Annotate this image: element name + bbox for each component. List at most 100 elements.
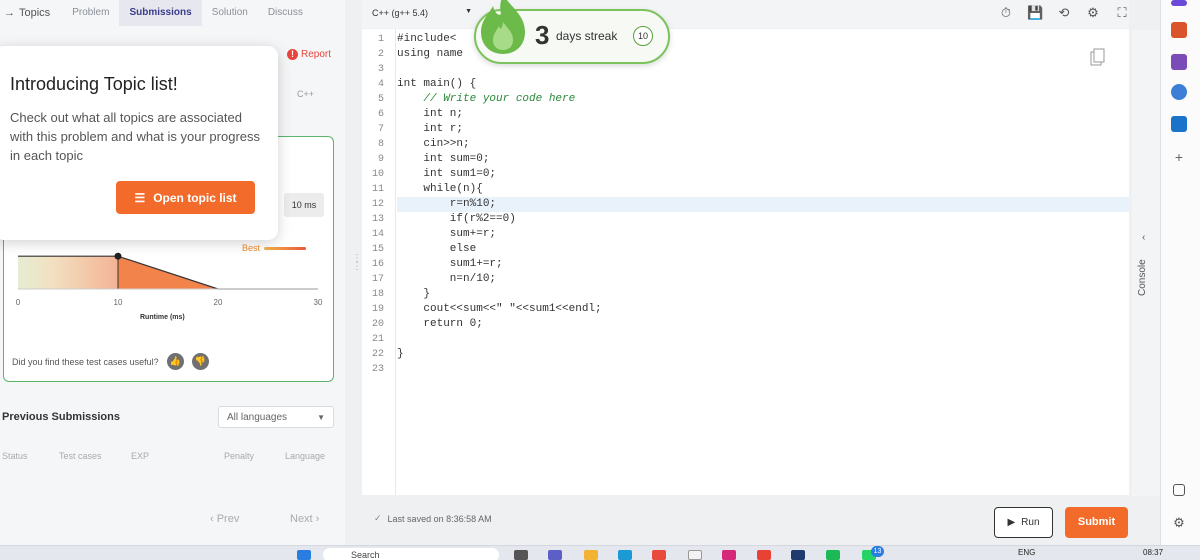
task-view-icon[interactable] — [514, 550, 528, 560]
submission-language: C++ — [297, 89, 315, 99]
run-button[interactable]: ▶ Run — [994, 507, 1053, 538]
next-page-button[interactable]: Next › — [290, 513, 319, 525]
fullscreen-icon[interactable]: ⛶ — [1114, 5, 1130, 21]
app-icon-2[interactable] — [791, 550, 805, 560]
feedback-question: Did you find these test cases useful? — [12, 356, 159, 367]
panel-resize-handle[interactable]: ⋮ ⋮ — [352, 254, 362, 272]
line-number: 16 — [371, 259, 384, 270]
line-number: 18 — [371, 289, 384, 300]
report-button[interactable]: ! Report — [287, 49, 331, 60]
browser-sidebar-app-icon[interactable] — [1171, 0, 1187, 6]
line-number: 7 — [377, 124, 384, 135]
amazon-icon[interactable] — [688, 550, 702, 560]
thumbs-down-icon[interactable]: 👎 — [191, 353, 209, 370]
code-line[interactable]: int sum1=0; — [397, 167, 1129, 182]
tab-submissions[interactable]: Submissions — [119, 0, 202, 26]
code-line[interactable]: sum+=r; — [397, 227, 1129, 242]
settings-icon[interactable]: ⚙ — [1171, 515, 1187, 531]
code-line[interactable]: int main() { — [397, 77, 1129, 92]
code-line[interactable] — [397, 332, 1129, 347]
teams-icon[interactable] — [548, 550, 562, 560]
code-line[interactable]: n=n/10; — [397, 272, 1129, 287]
windows-start-icon[interactable] — [297, 550, 311, 560]
code-line[interactable]: // Write your code here — [397, 92, 1129, 107]
line-number: 8 — [377, 139, 384, 150]
console-label[interactable]: Console — [1137, 259, 1148, 296]
open-topic-list-button[interactable]: ☰ Open topic list — [116, 181, 255, 214]
runtime-chart: 0 10 20 30 — [16, 252, 323, 307]
language-select[interactable]: C++ (g++ 5.4) ▼ — [372, 8, 472, 18]
last-saved-text: Last saved on 8:36:58 AM — [387, 513, 492, 524]
settings-icon[interactable]: ⚙ — [1085, 5, 1101, 21]
language-select-value: C++ (g++ 5.4) — [372, 8, 429, 18]
code-line[interactable]: int sum=0; — [397, 152, 1129, 167]
submissions-table-header: Status Test cases EXP Penalty Language — [2, 451, 342, 463]
chevron-left-icon[interactable]: ‹ — [1142, 232, 1145, 243]
code-line[interactable] — [397, 62, 1129, 77]
code-line[interactable]: else — [397, 242, 1129, 257]
save-icon[interactable]: 💾 — [1027, 5, 1043, 21]
chevron-down-icon: ▼ — [317, 412, 325, 422]
col-language: Language — [285, 451, 326, 461]
code-line[interactable]: cout<<sum<<" "<<sum1<<endl; — [397, 302, 1129, 317]
tab-problem[interactable]: Problem — [62, 0, 119, 26]
line-number: 21 — [371, 334, 384, 345]
streak-count-badge: 10 — [633, 26, 653, 46]
code-line[interactable]: if(r%2==0) — [397, 212, 1129, 227]
editor-toolbar: ⏱ 💾 ⟲ ⚙ ⛶ — [998, 5, 1130, 21]
code-line[interactable]: while(n){ — [397, 182, 1129, 197]
browser-sidebar — [1160, 0, 1200, 545]
line-number: 9 — [377, 154, 384, 165]
taskbar-search[interactable]: Search — [323, 548, 499, 560]
timer-icon[interactable]: ⏱ — [998, 5, 1014, 21]
instagram-icon[interactable] — [722, 550, 736, 560]
code-area[interactable]: #include< using name int main() { // Write… — [397, 29, 1129, 495]
spotify-icon[interactable] — [826, 550, 840, 560]
chart-tick-label: 10 — [114, 298, 123, 307]
col-status: Status — [2, 451, 28, 461]
chart-tick-label: 0 — [16, 298, 21, 307]
code-editor[interactable]: 1 2 3 4 5 6 7 8 9 10 11 12 13 14 15 16 17 18 19 20 21 22 23 #i… — [362, 29, 1129, 495]
tab-topics[interactable]: → Topics — [0, 7, 50, 19]
clock[interactable]: 08:37 — [1143, 548, 1163, 557]
language-filter-select[interactable]: All languages ▼ — [218, 406, 334, 428]
taskbar-search-label: Search — [351, 550, 380, 560]
app-icon[interactable] — [652, 550, 666, 560]
toolbox-icon[interactable] — [1171, 22, 1187, 38]
copy-icon[interactable] — [1090, 48, 1106, 66]
last-saved-status: ✓ Last saved on 8:36:58 AM — [374, 513, 492, 524]
play-icon: ▶ — [1007, 517, 1016, 528]
line-number: 1 — [377, 34, 384, 45]
thumbs-up-icon[interactable]: 👍 — [166, 353, 184, 370]
games-icon[interactable] — [1171, 54, 1187, 70]
tab-discuss[interactable]: Discuss — [258, 0, 313, 26]
line-number: 4 — [377, 79, 384, 90]
prev-page-button[interactable]: ‹ Prev — [210, 513, 239, 525]
streak-number: 3 — [535, 20, 550, 50]
code-line[interactable]: } — [397, 287, 1129, 302]
edge-icon[interactable] — [618, 550, 632, 560]
runtime-value[interactable]: 10 ms — [284, 193, 324, 217]
code-line[interactable]: r=n%10; — [397, 197, 1129, 212]
submit-button[interactable]: Submit — [1065, 507, 1128, 538]
copilot-icon[interactable] — [1171, 84, 1187, 100]
chrome-icon[interactable] — [757, 550, 771, 560]
line-number: 6 — [377, 109, 384, 120]
flame-icon — [481, 0, 525, 54]
code-line[interactable]: sum1+=r; — [397, 257, 1129, 272]
reset-icon[interactable]: ⟲ — [1056, 5, 1072, 21]
add-icon[interactable]: + — [1171, 149, 1187, 165]
outlook-icon[interactable] — [1171, 116, 1187, 132]
file-explorer-icon[interactable] — [584, 550, 598, 560]
chart-xlabel: Runtime (ms) — [140, 314, 185, 321]
code-line[interactable]: int r; — [397, 122, 1129, 137]
code-line[interactable]: return 0; — [397, 317, 1129, 332]
code-line[interactable] — [397, 362, 1129, 377]
sidebar-layout-icon[interactable] — [1173, 484, 1185, 496]
code-line[interactable]: int n; — [397, 107, 1129, 122]
popover-title: Introducing Topic list! — [10, 74, 178, 94]
input-language[interactable]: ENG — [1018, 548, 1035, 557]
code-line[interactable]: } — [397, 347, 1129, 362]
code-line[interactable]: cin>>n; — [397, 137, 1129, 152]
tab-solution[interactable]: Solution — [202, 0, 258, 26]
